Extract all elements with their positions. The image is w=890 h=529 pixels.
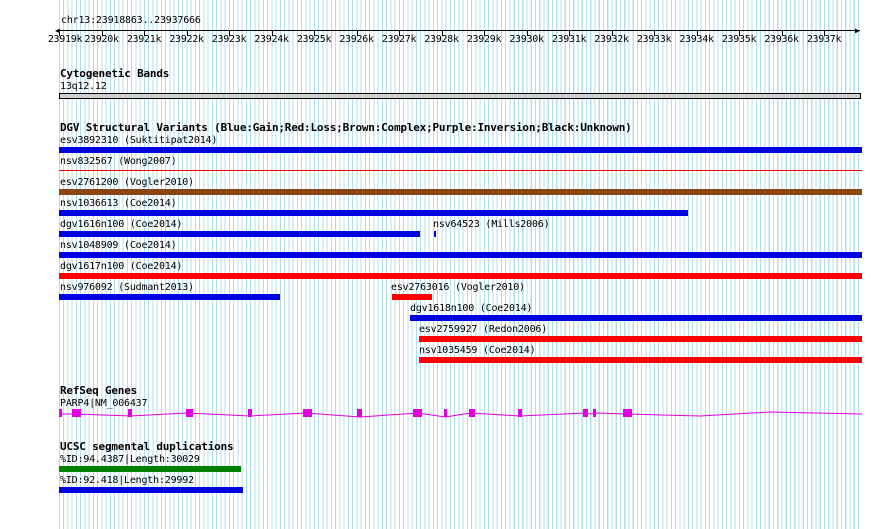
- gene-exon[interactable]: [444, 409, 447, 417]
- gene-exon[interactable]: [248, 409, 252, 417]
- gene-exon[interactable]: [623, 409, 632, 417]
- variant-bar[interactable]: [59, 147, 862, 153]
- ruler-tick-label: 23926k: [339, 34, 374, 45]
- ruler-tick-label: 23931k: [551, 34, 587, 45]
- segdup-bar[interactable]: [59, 466, 241, 472]
- variant-label[interactable]: dgv1618n100 (Coe2014): [410, 303, 532, 314]
- segdup-label[interactable]: %ID:94.4387|Length:30029: [60, 454, 200, 465]
- variant-bar[interactable]: [434, 231, 436, 237]
- genome-browser-panel: chr13:23918863..23937666 ◀ ▶ 23919k 23920…: [0, 0, 890, 529]
- variant-label[interactable]: nsv64523 (Mills2006): [433, 219, 550, 230]
- segdup-label[interactable]: %ID:92.418|Length:29992: [60, 475, 194, 486]
- refseq-track-title: RefSeq Genes: [60, 384, 138, 397]
- ruler-tick-label: 23936k: [764, 34, 799, 45]
- variant-label[interactable]: esv2759927 (Redon2006): [419, 324, 547, 335]
- variant-bar[interactable]: [392, 294, 432, 300]
- gene-intron-line: [59, 411, 863, 418]
- gene-exon[interactable]: [469, 409, 475, 417]
- variant-bar[interactable]: [59, 252, 862, 258]
- gene-exon[interactable]: [59, 409, 62, 417]
- ruler-tick-label: 23920k: [84, 34, 119, 45]
- gene-exon[interactable]: [593, 409, 596, 417]
- variant-label[interactable]: esv3892310 (Suktitipat2014): [60, 135, 217, 146]
- gene-exon[interactable]: [72, 409, 81, 417]
- gene-exon[interactable]: [413, 409, 422, 417]
- ruler-tick-label: 23937k: [806, 34, 842, 45]
- variant-bar[interactable]: [419, 336, 862, 342]
- gene-exon[interactable]: [583, 409, 588, 417]
- cytoband-bar[interactable]: [59, 93, 861, 99]
- variant-bar[interactable]: [419, 357, 862, 363]
- variant-label[interactable]: nsv976092 (Sudmant2013): [60, 282, 194, 293]
- variant-label[interactable]: dgv1617n100 (Coe2014): [60, 261, 182, 272]
- variant-bar[interactable]: [59, 294, 280, 300]
- variant-label[interactable]: nsv1035459 (Coe2014): [419, 345, 536, 356]
- gene-exon[interactable]: [357, 409, 362, 417]
- gene-exon[interactable]: [128, 409, 132, 417]
- ruler-tick-label: 23930k: [509, 34, 544, 45]
- variant-label[interactable]: esv2763016 (Vogler2010): [391, 282, 525, 293]
- variant-bar[interactable]: [59, 189, 862, 195]
- variant-bar[interactable]: [59, 231, 420, 237]
- gene-exon[interactable]: [518, 409, 522, 417]
- gene-exon[interactable]: [303, 409, 312, 417]
- variant-bar[interactable]: [59, 273, 862, 279]
- ruler-tick-label: 23919k: [47, 34, 83, 45]
- ruler-tick-label: 23925k: [296, 34, 332, 45]
- variant-label[interactable]: esv2761200 (Vogler2010): [60, 177, 194, 188]
- segdup-track-title: UCSC segmental duplications: [60, 440, 234, 453]
- variant-bar[interactable]: [410, 315, 862, 321]
- ruler-tick-label: 23935k: [721, 34, 757, 45]
- gene-exon[interactable]: [186, 409, 193, 417]
- variant-label[interactable]: nsv1048909 (Coe2014): [60, 240, 177, 251]
- cytogenetic-track-title: Cytogenetic Bands: [60, 67, 170, 80]
- ruler-tick-label: 23923k: [211, 34, 247, 45]
- locus-label: chr13:23918863..23937666: [61, 15, 201, 26]
- variant-label[interactable]: dgv1616n100 (Coe2014): [60, 219, 182, 230]
- ruler-tick-label: 23933k: [636, 34, 672, 45]
- ruler-tick-label: 23922k: [169, 34, 204, 45]
- variant-label[interactable]: nsv832567 (Wong2007): [60, 156, 177, 167]
- right-arrow-icon[interactable]: ▶: [855, 27, 860, 35]
- ruler-tick-label: 23927k: [381, 34, 417, 45]
- segdup-bar[interactable]: [59, 487, 243, 493]
- ruler-tick-label: 23932k: [594, 34, 629, 45]
- variant-bar[interactable]: [59, 210, 688, 216]
- dgv-track-title: DGV Structural Variants (Blue:Gain;Red:L…: [60, 121, 632, 134]
- cytoband-label[interactable]: 13q12.12: [60, 81, 107, 92]
- ruler-tick-label: 23934k: [679, 34, 714, 45]
- ruler-tick-label: 23928k: [424, 34, 459, 45]
- ruler-tick-label: 23924k: [254, 34, 289, 45]
- ruler-tick-label: 23921k: [126, 34, 162, 45]
- variant-bar[interactable]: [59, 170, 862, 171]
- variant-label[interactable]: nsv1036613 (Coe2014): [60, 198, 177, 209]
- ruler-tick-label: 23929k: [466, 34, 502, 45]
